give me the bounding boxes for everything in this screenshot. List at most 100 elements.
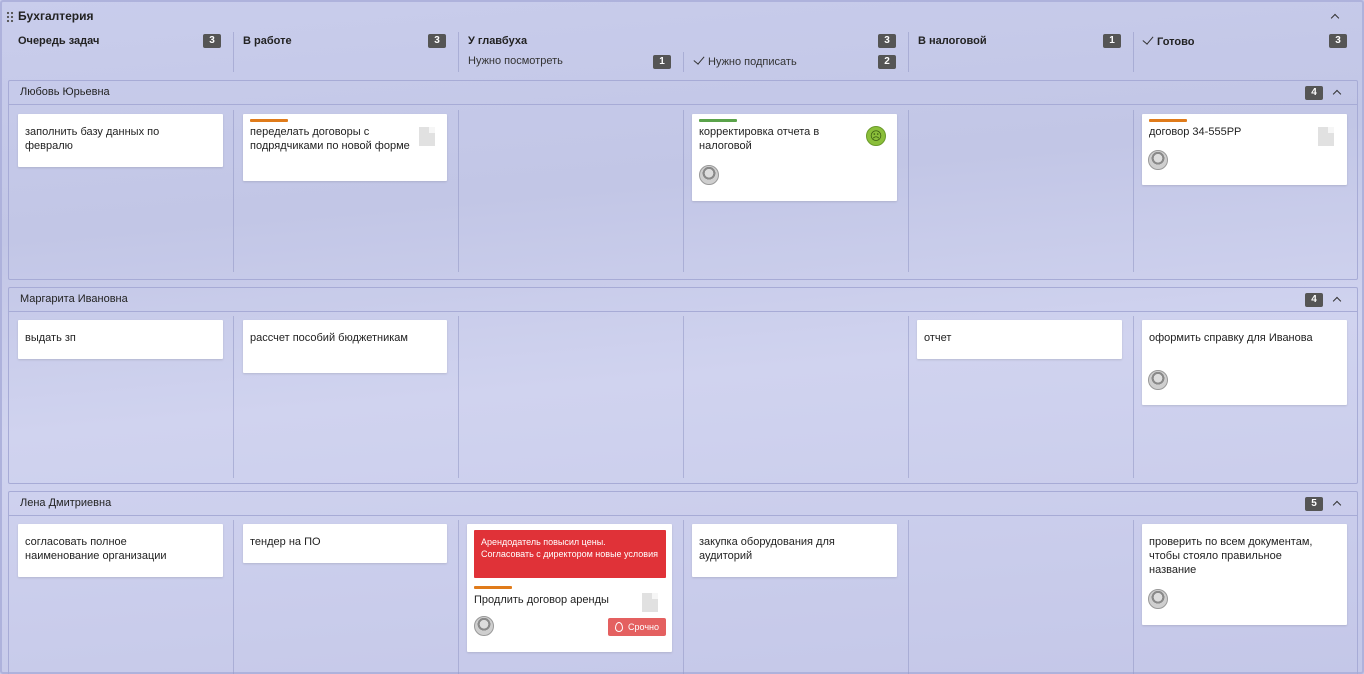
column-divider <box>908 110 909 272</box>
column-name: В налоговой <box>918 35 987 47</box>
sick-emoji-icon: ☹ <box>866 126 886 146</box>
card-title: согласовать полное наименование организа… <box>25 536 167 562</box>
urgent-badge: Срочно <box>608 618 666 636</box>
column-header-chief-accountant: У главбуха 3 Нужно посмотреть 1 Нужно по… <box>458 30 898 74</box>
column-divider <box>233 316 234 478</box>
kanban-board: Бухгалтерия Очередь задач 3 В работе 3 У… <box>0 0 1364 674</box>
column-divider <box>233 110 234 272</box>
column-divider <box>233 520 234 674</box>
column-name: Готово <box>1157 36 1195 48</box>
swimlane-name: Любовь Юрьевна <box>20 86 110 98</box>
card-title: корректировка отчета в налоговой <box>699 126 820 152</box>
card-title: тендер на ПО <box>250 536 321 548</box>
task-card[interactable]: заполнить базу данных по февралю <box>18 114 223 167</box>
urgent-label: Срочно <box>628 622 659 632</box>
card-title: заполнить базу данных по февралю <box>25 126 160 152</box>
column-divider <box>458 316 459 478</box>
column-divider <box>458 110 459 272</box>
task-card[interactable]: выдать зп <box>18 320 223 359</box>
collapse-lane-chevron-icon[interactable] <box>1330 86 1344 100</box>
card-title: проверить по всем документам, чтобы стоя… <box>1149 536 1313 576</box>
task-card[interactable]: корректировка отчета в налоговой ☹ <box>692 114 897 201</box>
task-card[interactable]: рассчет пособий бюджетникам <box>243 320 447 373</box>
column-header-in-progress: В работе 3 <box>233 30 453 74</box>
collapse-lane-chevron-icon[interactable] <box>1330 497 1344 511</box>
column-name: У главбуха <box>468 35 528 47</box>
task-card[interactable]: отчет <box>917 320 1122 359</box>
card-title: оформить справку для Иванова <box>1149 332 1313 344</box>
column-divider <box>1133 520 1134 674</box>
swimlane-count-badge: 4 <box>1305 86 1323 100</box>
column-divider <box>458 32 459 72</box>
document-icon[interactable] <box>1318 127 1334 146</box>
card-title: отчет <box>924 332 952 344</box>
card-title: договор 34-555РР <box>1149 126 1242 138</box>
column-name: В работе <box>243 35 292 47</box>
column-divider <box>1133 110 1134 272</box>
subcolumn-name-sign: Нужно подписать <box>708 56 797 68</box>
assignee-avatar[interactable] <box>1148 150 1168 170</box>
column-divider <box>908 32 909 72</box>
column-header-queue: Очередь задач 3 <box>8 30 228 74</box>
column-count-badge: 3 <box>428 34 446 48</box>
column-divider <box>683 520 684 674</box>
column-divider <box>233 32 234 72</box>
priority-stripe <box>250 119 288 122</box>
task-card[interactable]: оформить справку для Иванова <box>1142 320 1347 405</box>
card-title: рассчет пособий бюджетникам <box>250 332 408 344</box>
swimlane-count-badge: 4 <box>1305 293 1323 307</box>
column-divider <box>683 110 684 272</box>
column-header-done: Готово 3 <box>1133 30 1353 74</box>
column-count-badge: 1 <box>1103 34 1121 48</box>
board-title: Бухгалтерия <box>18 9 94 23</box>
check-icon <box>1142 33 1154 45</box>
task-card[interactable]: проверить по всем документам, чтобы стоя… <box>1142 524 1347 625</box>
card-title: Продлить договор аренды <box>474 594 609 606</box>
assignee-avatar[interactable] <box>474 616 494 636</box>
column-divider <box>683 316 684 478</box>
priority-stripe <box>699 119 737 122</box>
column-name: Очередь задач <box>18 35 100 47</box>
column-count-badge: 3 <box>203 34 221 48</box>
drag-handle-icon[interactable] <box>6 11 14 23</box>
collapse-board-chevron-icon[interactable] <box>1328 10 1342 24</box>
column-header-tax-office: В налоговой 1 <box>908 30 1128 74</box>
swimlane-name: Лена Дмитриевна <box>20 497 112 509</box>
alert-message: Арендодатель повысил цены. Согласовать с… <box>474 530 666 578</box>
column-divider <box>458 520 459 674</box>
task-card[interactable]: переделать договоры с подрядчиками по но… <box>243 114 447 181</box>
column-divider <box>1133 32 1134 72</box>
document-icon[interactable] <box>419 127 435 146</box>
priority-stripe <box>474 586 512 589</box>
column-count-badge: 3 <box>878 34 896 48</box>
column-count-badge: 3 <box>1329 34 1347 48</box>
swimlane-header[interactable]: Лена Дмитриевна 5 <box>9 492 1357 516</box>
swimlane-header[interactable]: Маргарита Ивановна 4 <box>9 288 1357 312</box>
assignee-avatar[interactable] <box>699 165 719 185</box>
column-divider <box>1133 316 1134 478</box>
task-card[interactable]: договор 34-555РР <box>1142 114 1347 185</box>
column-divider <box>908 520 909 674</box>
swimlane-name: Маргарита Ивановна <box>20 293 128 305</box>
column-divider <box>683 52 684 72</box>
swimlane-count-badge: 5 <box>1305 497 1323 511</box>
subcolumn-header-sign: Нужно подписать <box>693 53 797 68</box>
document-icon[interactable] <box>642 593 658 612</box>
card-title: выдать зп <box>25 332 76 344</box>
assignee-avatar[interactable] <box>1148 370 1168 390</box>
swimlane-header[interactable]: Любовь Юрьевна 4 <box>9 81 1357 105</box>
board-header: Бухгалтерия <box>2 2 1362 30</box>
task-card[interactable]: тендер на ПО <box>243 524 447 563</box>
subcolumn-count-badge: 1 <box>653 55 671 69</box>
card-title: закупка оборудования для аудиторий <box>699 536 835 562</box>
collapse-lane-chevron-icon[interactable] <box>1330 293 1344 307</box>
task-card-urgent[interactable]: Арендодатель повысил цены. Согласовать с… <box>467 524 672 652</box>
card-title: переделать договоры с подрядчиками по но… <box>250 126 410 152</box>
task-card[interactable]: согласовать полное наименование организа… <box>18 524 223 577</box>
subcolumn-name-review: Нужно посмотреть <box>468 55 563 67</box>
column-name-done: Готово <box>1142 33 1195 48</box>
task-card[interactable]: закупка оборудования для аудиторий <box>692 524 897 577</box>
check-icon <box>693 53 705 65</box>
column-divider <box>908 316 909 478</box>
assignee-avatar[interactable] <box>1148 589 1168 609</box>
